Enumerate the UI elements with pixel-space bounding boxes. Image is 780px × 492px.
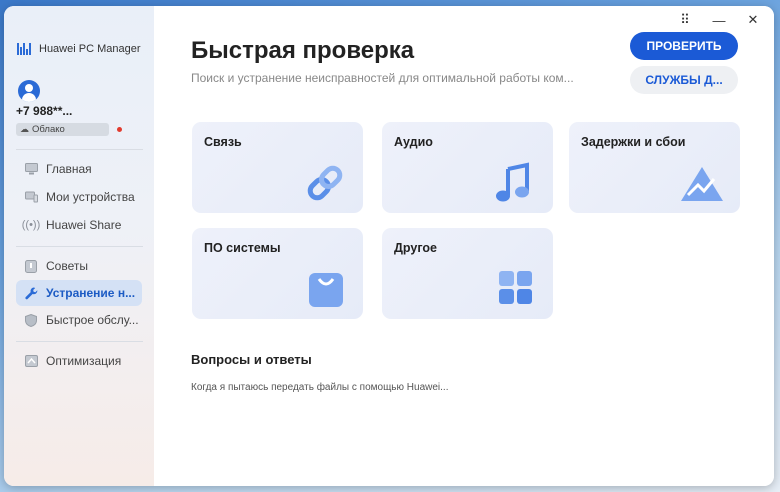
sidebar-divider <box>16 341 143 342</box>
card-audio[interactable]: Аудио <box>382 122 553 213</box>
optimize-icon <box>24 354 38 368</box>
link-icon <box>301 161 349 205</box>
card-lag-crash[interactable]: Задержки и сбои <box>569 122 740 213</box>
pin-icon[interactable]: ⠿ <box>674 10 696 30</box>
sidebar-item-quick-service[interactable]: Быстрое обслу... <box>16 307 142 333</box>
faq-item[interactable]: Когда я пытаюсь передать файлы с помощью… <box>191 382 448 393</box>
account-phone[interactable]: +7 988**... <box>16 104 72 118</box>
card-system-software[interactable]: ПО системы <box>192 228 363 319</box>
notification-dot <box>117 127 122 132</box>
wrench-icon <box>24 286 38 300</box>
services-button[interactable]: СЛУЖБЫ Д... <box>630 66 738 94</box>
app-window: Huawei PC Manager +7 988**... ☁ Облако Г… <box>4 6 774 486</box>
minimize-icon[interactable]: — <box>708 10 730 30</box>
app-name: Huawei PC Manager <box>39 43 141 55</box>
sidebar-item-my-devices[interactable]: Мои устройства <box>16 184 142 210</box>
devices-icon <box>24 190 38 204</box>
window-controls: ⠿ — ✕ <box>674 10 764 30</box>
brand: Huawei PC Manager <box>17 43 141 55</box>
sidebar-item-optimization[interactable]: Оптимизация <box>16 348 142 374</box>
card-other[interactable]: Другое <box>382 228 553 319</box>
sidebar-divider <box>16 246 143 247</box>
page-subtitle: Поиск и устранение неисправностей для оп… <box>191 71 574 85</box>
sidebar-divider <box>16 149 143 150</box>
faq-title: Вопросы и ответы <box>191 352 312 367</box>
page-title: Быстрая проверка <box>191 37 415 64</box>
shield-icon <box>24 313 38 327</box>
warning-triangle-icon <box>678 161 726 205</box>
cloud-label: Облако <box>32 124 65 135</box>
sidebar-item-home[interactable]: Главная <box>16 156 142 182</box>
avatar[interactable] <box>18 80 40 102</box>
check-button[interactable]: ПРОВЕРИТЬ <box>630 32 738 60</box>
monitor-icon <box>24 162 38 176</box>
tips-icon <box>24 259 38 273</box>
sidebar-item-huawei-share[interactable]: ((•)) Huawei Share <box>16 212 142 238</box>
grid-apps-icon <box>491 267 539 311</box>
main-content: ⠿ — ✕ Быстрая проверка Поиск и устранени… <box>154 6 774 486</box>
card-connection[interactable]: Связь <box>192 122 363 213</box>
sidebar-item-troubleshooting[interactable]: Устранение н... <box>16 280 142 306</box>
close-icon[interactable]: ✕ <box>742 10 764 30</box>
music-note-icon <box>491 161 539 205</box>
system-bag-icon <box>301 267 349 311</box>
huawei-logo-icon <box>17 43 31 55</box>
sidebar: Huawei PC Manager +7 988**... ☁ Облако Г… <box>4 6 154 486</box>
share-icon: ((•)) <box>21 219 41 231</box>
sidebar-item-tips[interactable]: Советы <box>16 253 142 279</box>
cloud-icon: ☁ <box>20 124 29 134</box>
cloud-badge[interactable]: ☁ Облако <box>16 123 109 136</box>
